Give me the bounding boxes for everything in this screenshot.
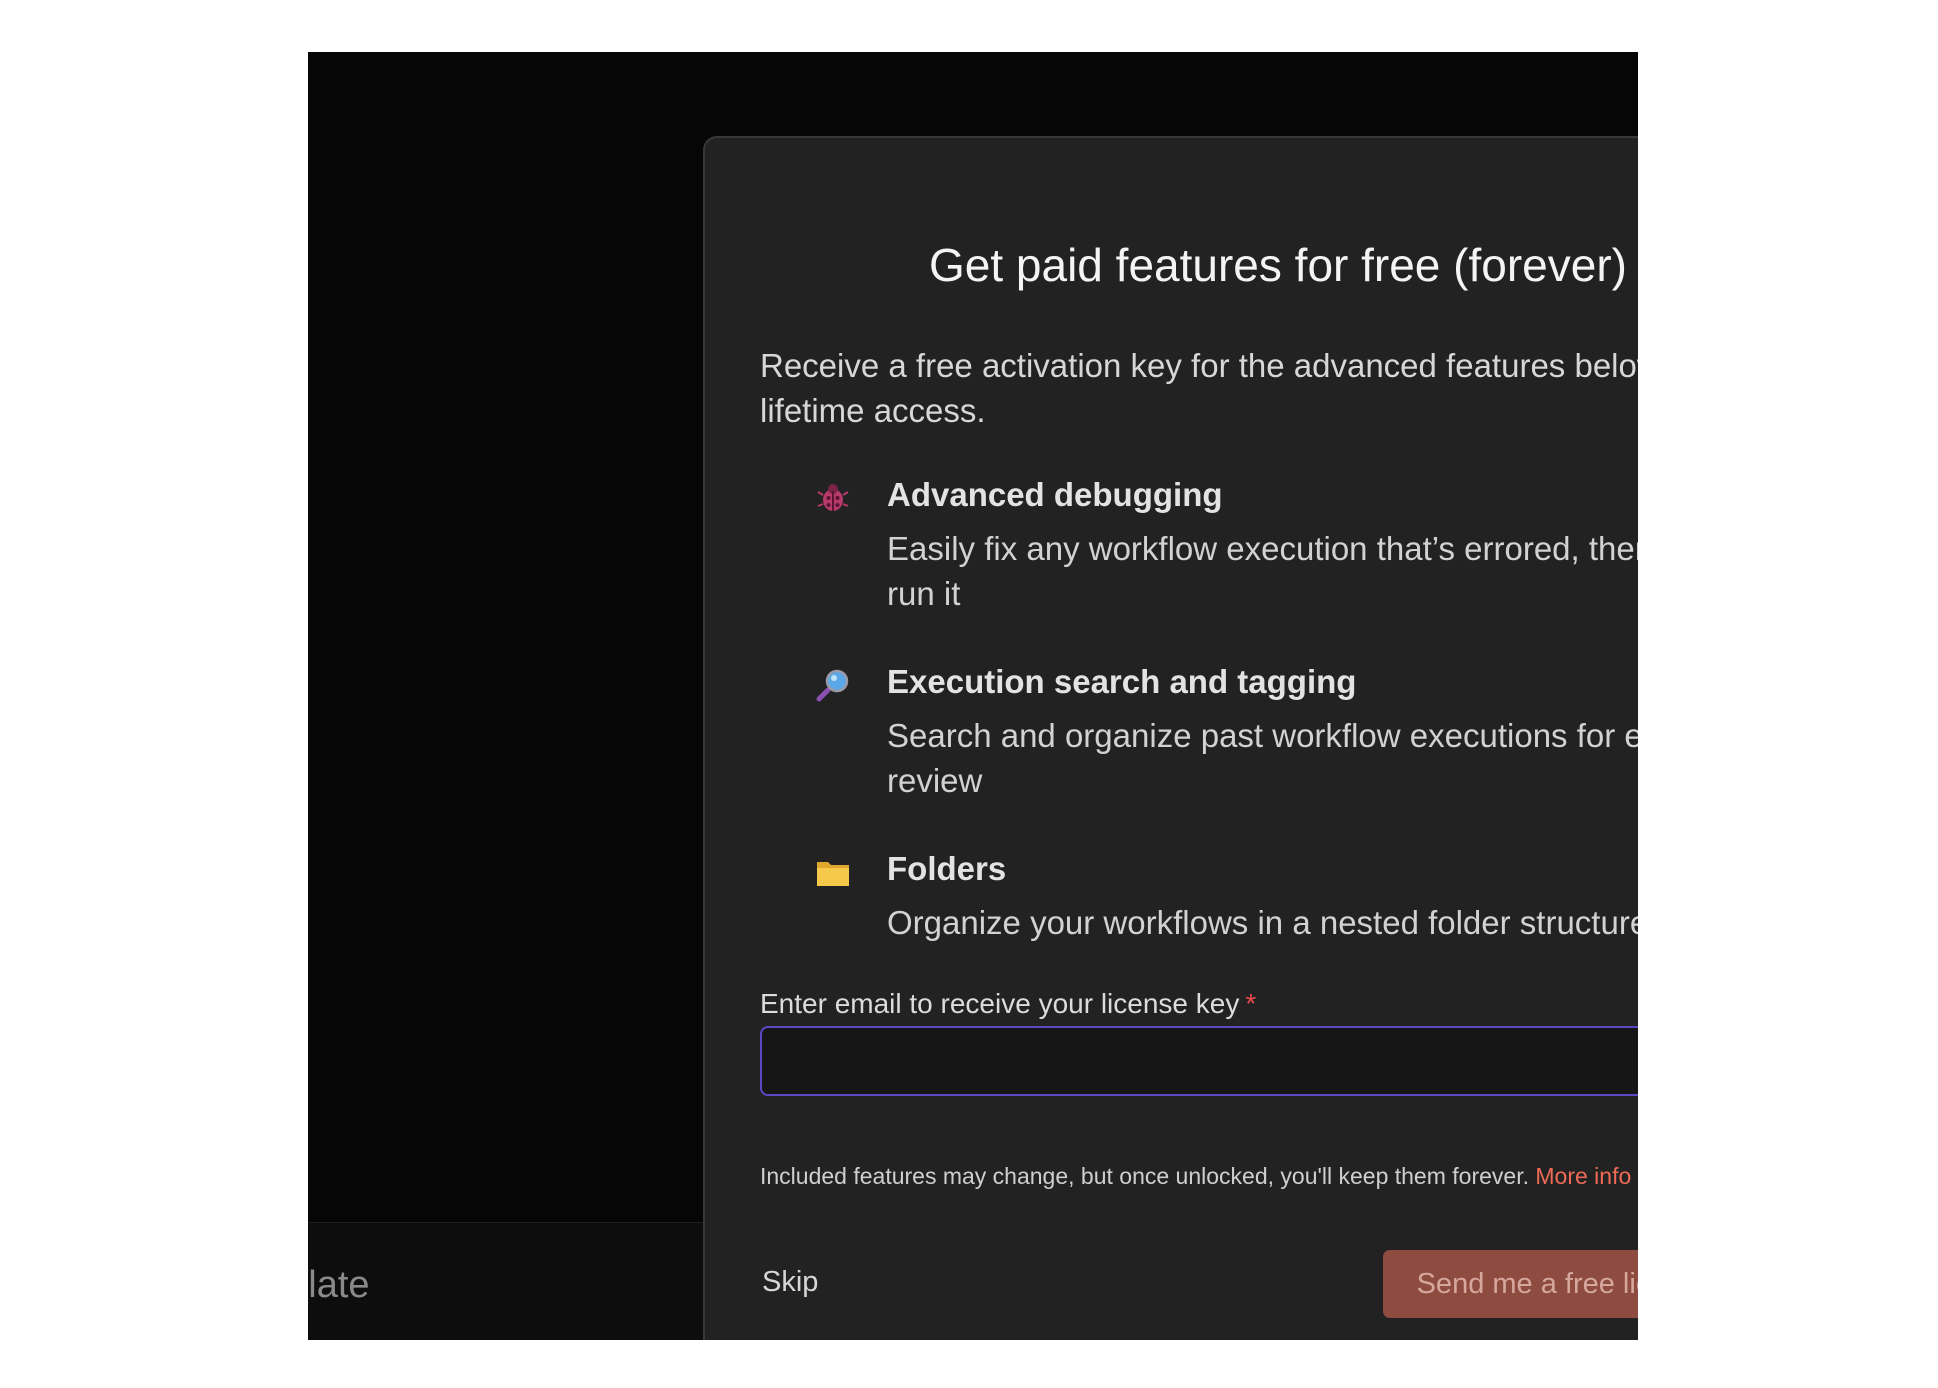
feature-title: Advanced debugging xyxy=(887,476,1223,513)
feature-description: Organize your workflows in a nested fold… xyxy=(887,904,1638,941)
folder-icon xyxy=(815,854,851,890)
license-modal: Get paid features for free (forever) Rec… xyxy=(703,136,1638,1340)
email-label-text: Enter email to receive your license key xyxy=(760,988,1240,1019)
magnifier-icon xyxy=(815,667,851,703)
features-note-text: Included features may change, but once u… xyxy=(760,1163,1529,1189)
feature-title: Execution search and tagging xyxy=(887,663,1357,700)
email-field-label: Enter email to receive your license key * xyxy=(760,988,1256,1020)
features-note: Included features may change, but once u… xyxy=(760,1163,1631,1190)
modal-title: Get paid features for free (forever) xyxy=(929,239,1627,291)
bug-icon xyxy=(815,480,851,516)
skip-button[interactable]: Skip xyxy=(762,1266,818,1299)
send-license-key-button[interactable]: Send me a free license key xyxy=(1383,1250,1638,1318)
feature-description: Easily fix any workflow execution that’s… xyxy=(887,530,1638,612)
more-info-link[interactable]: More info xyxy=(1535,1163,1631,1189)
background-partial-text: nplate xyxy=(308,1264,370,1306)
required-asterisk: * xyxy=(1245,988,1257,1019)
app-background: nplate Get paid features for free (forev… xyxy=(308,52,1638,1340)
feature-description: Search and organize past workflow execut… xyxy=(887,717,1638,799)
feature-title: Folders xyxy=(887,850,1007,887)
modal-intro: Receive a free activation key for the ad… xyxy=(760,347,1638,429)
email-field[interactable] xyxy=(760,1026,1638,1096)
